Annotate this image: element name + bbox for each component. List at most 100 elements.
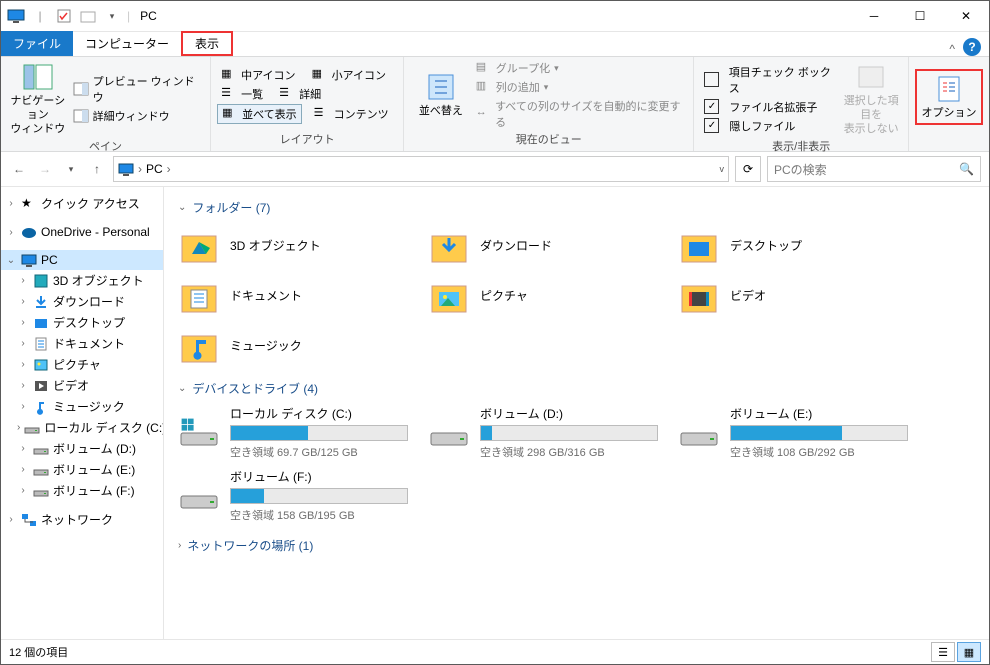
tab-view[interactable]: 表示 [181, 31, 233, 56]
chevron-down-icon: ⌄ [178, 383, 186, 394]
group-header-network[interactable]: ›ネットワークの場所 (1) [178, 537, 975, 554]
drive-icon [678, 417, 720, 449]
properties-icon[interactable] [55, 7, 73, 25]
ribbon-group-pane: ナビゲーション ウィンドウ プレビュー ウィンドウ 詳細ウィンドウ ペイン [1, 57, 211, 151]
tree-item[interactable]: ›ダウンロード [1, 291, 163, 312]
body: ›★クイック アクセス ›OneDrive - Personal ⌄PC ›3D… [1, 187, 989, 639]
hide-icon [855, 61, 887, 93]
tab-computer[interactable]: コンピューター [73, 31, 181, 56]
checkbox-checked-icon: ✓ [704, 118, 719, 133]
layout-small-icons[interactable]: ▦小アイコン [308, 66, 390, 84]
layout-tiles[interactable]: ▦並べて表示 [217, 104, 302, 124]
folder-item[interactable]: 3D オブジェクト [178, 224, 408, 266]
folder-item[interactable]: ビデオ [678, 274, 908, 316]
item-checkboxes-toggle[interactable]: 項目チェック ボックス [700, 63, 840, 97]
nav-pane-button[interactable]: ナビゲーション ウィンドウ [7, 59, 69, 138]
quick-access-toolbar: | ▾ | [1, 7, 136, 25]
status-bar: 12 個の項目 ☰ ▦ [1, 639, 989, 664]
capacity-bar [230, 488, 408, 504]
maximize-button[interactable]: ☐ [897, 1, 943, 31]
status-text: 12 個の項目 [9, 644, 68, 660]
layout-list[interactable]: ☰一覧 [217, 85, 267, 103]
tree-item[interactable]: ›ビデオ [1, 375, 163, 396]
tree-item[interactable]: ›3D オブジェクト [1, 270, 163, 291]
tree-item-icon [33, 273, 49, 289]
drive-item[interactable]: ボリューム (E:)空き領域 108 GB/292 GB [678, 405, 908, 460]
breadcrumb-chevron-icon[interactable]: › [167, 162, 171, 176]
qat-dropdown[interactable]: ▾ [103, 7, 121, 25]
tree-item[interactable]: ›ボリューム (F:) [1, 480, 163, 501]
tree-item[interactable]: ›ピクチャ [1, 354, 163, 375]
tree-network[interactable]: ›ネットワーク [1, 509, 163, 530]
layout-medium-icons[interactable]: ▦中アイコン [217, 66, 299, 84]
forward-button[interactable]: → [35, 159, 55, 179]
pc-icon [21, 252, 37, 268]
tree-onedrive[interactable]: ›OneDrive - Personal [1, 222, 163, 242]
details-view-button[interactable]: ☰ [931, 642, 955, 662]
folder-item[interactable]: デスクトップ [678, 224, 908, 266]
breadcrumb-pc[interactable]: PC [146, 162, 163, 176]
close-button[interactable]: ✕ [943, 1, 989, 31]
pc-icon [7, 7, 25, 25]
capacity-bar [730, 425, 908, 441]
recent-dropdown[interactable]: ▾ [61, 159, 81, 179]
checkbox-unchecked-icon [704, 72, 718, 87]
add-columns-button: ▥列の追加 ▾ [472, 78, 688, 96]
address-bar: ← → ▾ ↑ › PC › v ⟳ PCの検索 🔍 [1, 152, 989, 187]
drive-item[interactable]: ローカル ディスク (C:)空き領域 69.7 GB/125 GB [178, 405, 408, 460]
new-folder-icon[interactable] [79, 7, 97, 25]
address-box[interactable]: › PC › v [113, 156, 729, 182]
layout-content[interactable]: ☰コンテンツ [310, 104, 393, 124]
hidden-files-toggle[interactable]: ✓隠しファイル [700, 117, 840, 135]
folder-icon [678, 224, 720, 266]
tree-item[interactable]: ›デスクトップ [1, 312, 163, 333]
options-button[interactable]: オプション [915, 69, 983, 125]
help-icon[interactable]: ? [963, 38, 981, 56]
nav-pane-icon [22, 61, 54, 93]
small-icons-icon: ▦ [312, 67, 328, 83]
drive-item[interactable]: ボリューム (D:)空き領域 298 GB/316 GB [428, 405, 658, 460]
group-header-drives[interactable]: ⌄デバイスとドライブ (4) [178, 380, 975, 397]
sort-button[interactable]: 並べ替え [410, 69, 472, 121]
tree-item[interactable]: ›ドキュメント [1, 333, 163, 354]
tree-item[interactable]: ›ボリューム (E:) [1, 459, 163, 480]
collapse-ribbon-icon[interactable]: ^ [941, 42, 963, 56]
drive-icon [428, 417, 470, 449]
tree-quick-access[interactable]: ›★クイック アクセス [1, 193, 163, 214]
tree-item[interactable]: ›ローカル ディスク (C:) [1, 417, 163, 438]
tab-file[interactable]: ファイル [1, 31, 73, 56]
autosize-icon: ↔ [476, 106, 491, 122]
folder-item[interactable]: ミュージック [178, 324, 408, 366]
details-pane-icon [73, 108, 89, 124]
folder-item[interactable]: ダウンロード [428, 224, 658, 266]
tiles-view-button[interactable]: ▦ [957, 642, 981, 662]
back-button[interactable]: ← [9, 159, 29, 179]
address-dropdown-icon[interactable]: v [720, 164, 725, 174]
ribbon: ナビゲーション ウィンドウ プレビュー ウィンドウ 詳細ウィンドウ ペイン ▦中… [1, 56, 989, 152]
network-icon [21, 512, 37, 528]
layout-details[interactable]: ☰詳細 [275, 85, 325, 103]
group-header-folders[interactable]: ⌄フォルダー (7) [178, 199, 975, 216]
preview-pane-button[interactable]: プレビュー ウィンドウ [69, 72, 204, 106]
drive-item[interactable]: ボリューム (F:)空き領域 158 GB/195 GB [178, 468, 408, 523]
capacity-bar [480, 425, 658, 441]
refresh-button[interactable]: ⟳ [735, 156, 761, 182]
up-button[interactable]: ↑ [87, 159, 107, 179]
folder-icon [678, 274, 720, 316]
tree-item[interactable]: ›ミュージック [1, 396, 163, 417]
pc-icon [118, 161, 134, 177]
group-by-button[interactable]: ▤グループ化 ▾ [472, 59, 688, 77]
tree-item[interactable]: ›ボリューム (D:) [1, 438, 163, 459]
list-icon: ☰ [221, 86, 237, 102]
file-extensions-toggle[interactable]: ✓ファイル名拡張子 [700, 98, 840, 116]
medium-icons-icon: ▦ [221, 67, 237, 83]
search-box[interactable]: PCの検索 🔍 [767, 156, 981, 182]
tree-pc[interactable]: ⌄PC [1, 250, 163, 270]
breadcrumb-chevron-icon[interactable]: › [138, 162, 142, 176]
minimize-button[interactable]: ─ [851, 1, 897, 31]
folder-item[interactable]: ドキュメント [178, 274, 408, 316]
folder-item[interactable]: ピクチャ [428, 274, 658, 316]
details-pane-button[interactable]: 詳細ウィンドウ [69, 107, 204, 125]
options-icon [933, 73, 965, 105]
content-icon: ☰ [314, 106, 330, 122]
